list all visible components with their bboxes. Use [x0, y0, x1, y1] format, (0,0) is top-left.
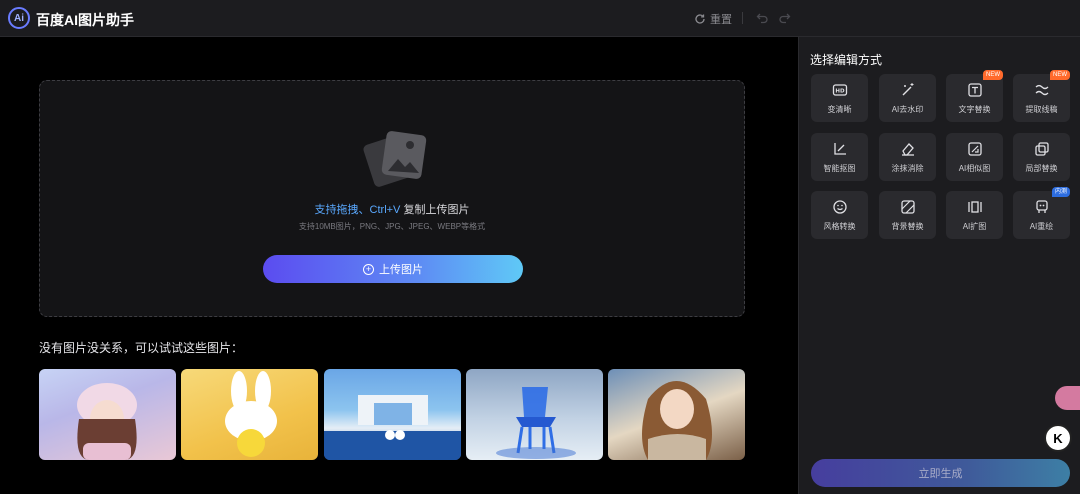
- upload-dropzone[interactable]: 支持拖拽、Ctrl+V 复制上传图片 支持10MB图片，PNG、JPG、JPEG…: [39, 80, 745, 317]
- tool-label: 文字替换: [958, 105, 991, 114]
- tool-text-replace[interactable]: NEW 文字替换: [946, 70, 1003, 122]
- cutout-icon: [833, 143, 846, 155]
- sample-images: [39, 369, 745, 460]
- tool-erase[interactable]: 涂抹消除: [879, 133, 936, 181]
- tool-line-art[interactable]: NEW 提取线稿: [1013, 70, 1070, 122]
- new-badge: NEW: [1050, 70, 1070, 80]
- tool-remove-watermark[interactable]: AI去水印: [879, 74, 936, 122]
- tool-similar[interactable]: AI相似图: [946, 133, 1003, 181]
- upload-format-hint: 支持10MB图片，PNG、JPG、JPEG、WEBP等格式: [298, 222, 486, 231]
- refresh-icon: [695, 14, 705, 24]
- tool-label: AI相似图: [958, 164, 991, 173]
- local-replace-icon: [1034, 142, 1049, 156]
- app-logo: Ai: [8, 7, 30, 29]
- sample-image-pool[interactable]: [324, 369, 461, 460]
- sample-chair-art: [496, 387, 576, 459]
- reset-label: 重置: [710, 14, 732, 26]
- sample-woman-art: [642, 381, 712, 460]
- tool-cutout[interactable]: 智能抠图: [811, 133, 868, 181]
- generate-button[interactable]: 立即生成: [811, 459, 1070, 487]
- tool-background[interactable]: 背景替换: [879, 191, 936, 239]
- line-art-icon: [1035, 84, 1048, 96]
- tool-local-replace[interactable]: 局部替换: [1013, 133, 1070, 181]
- tool-label: 提取线稿: [1025, 105, 1058, 114]
- app-title: 百度AI图片助手: [36, 12, 134, 28]
- beta-badge: 内测: [1051, 187, 1070, 197]
- edit-panel: 选择编辑方式 HD 变清晰 AI去水印 NEW 文字替换 NEW 提取线稿 智能…: [798, 37, 1080, 494]
- upload-tip-highlight: 支持拖拽、Ctrl+V: [314, 204, 401, 216]
- tool-label: AI重绘: [1029, 222, 1054, 231]
- samples-title: 没有图片没关系，可以试试这些图片：: [39, 341, 244, 355]
- reset-button[interactable]: 重置: [694, 11, 732, 27]
- sample-pool-art: [324, 395, 461, 460]
- svg-text:HD: HD: [835, 89, 845, 95]
- sample-image-woman[interactable]: [608, 369, 745, 460]
- expand-icon: [967, 201, 982, 213]
- sample-image-girl-hat[interactable]: [39, 369, 176, 460]
- floating-translate-button[interactable]: [1055, 386, 1080, 410]
- tool-style[interactable]: 风格转换: [811, 191, 868, 239]
- tool-label: 背景替换: [891, 222, 924, 231]
- upload-tip-rest: 复制上传图片: [400, 204, 470, 216]
- edit-panel-title: 选择编辑方式: [810, 53, 883, 67]
- sample-girl-hat-art: [77, 383, 137, 460]
- upload-tip: 支持拖拽、Ctrl+V 复制上传图片: [40, 201, 744, 217]
- tool-label: 涂抹消除: [891, 164, 924, 173]
- sample-image-bunny[interactable]: [181, 369, 318, 460]
- magic-wand-icon: [902, 83, 913, 96]
- text-replace-icon: [967, 83, 982, 97]
- style-icon: [832, 200, 847, 214]
- upload-button-label: 上传图片: [379, 264, 423, 276]
- sample-bunny-art: [225, 371, 277, 457]
- tool-label: 局部替换: [1025, 164, 1058, 173]
- hd-icon: HD: [832, 84, 847, 96]
- eraser-icon: [901, 143, 914, 156]
- tool-label: 变清晰: [827, 105, 852, 114]
- header-divider: [742, 12, 743, 24]
- similar-image-icon: [967, 142, 982, 156]
- sample-image-chair[interactable]: [466, 369, 603, 460]
- floating-k-button[interactable]: K: [1044, 424, 1072, 452]
- tool-label: 智能抠图: [823, 164, 856, 173]
- tool-redraw[interactable]: 内测 AI重绘: [1013, 187, 1070, 239]
- new-badge: NEW: [983, 70, 1003, 80]
- tool-label: AI扩图: [962, 222, 987, 231]
- tool-expand[interactable]: AI扩图: [946, 191, 1003, 239]
- background-icon: [900, 200, 915, 214]
- image-placeholder-icon: [363, 131, 427, 187]
- app-root: Ai 百度AI图片助手 重置 支持拖拽、Ctrl+V 复制上传图片 支持10MB…: [0, 0, 1080, 494]
- plus-circle-icon: +: [363, 263, 374, 275]
- undo-icon[interactable]: [756, 11, 769, 24]
- tool-label: AI去水印: [891, 105, 924, 114]
- redo-icon[interactable]: [778, 11, 791, 24]
- redraw-icon: [1035, 200, 1048, 213]
- upload-image-button[interactable]: + 上传图片: [263, 255, 523, 283]
- top-header: Ai 百度AI图片助手 重置: [0, 0, 1080, 37]
- tool-enhance[interactable]: HD 变清晰: [811, 74, 868, 122]
- tool-label: 风格转换: [823, 222, 856, 231]
